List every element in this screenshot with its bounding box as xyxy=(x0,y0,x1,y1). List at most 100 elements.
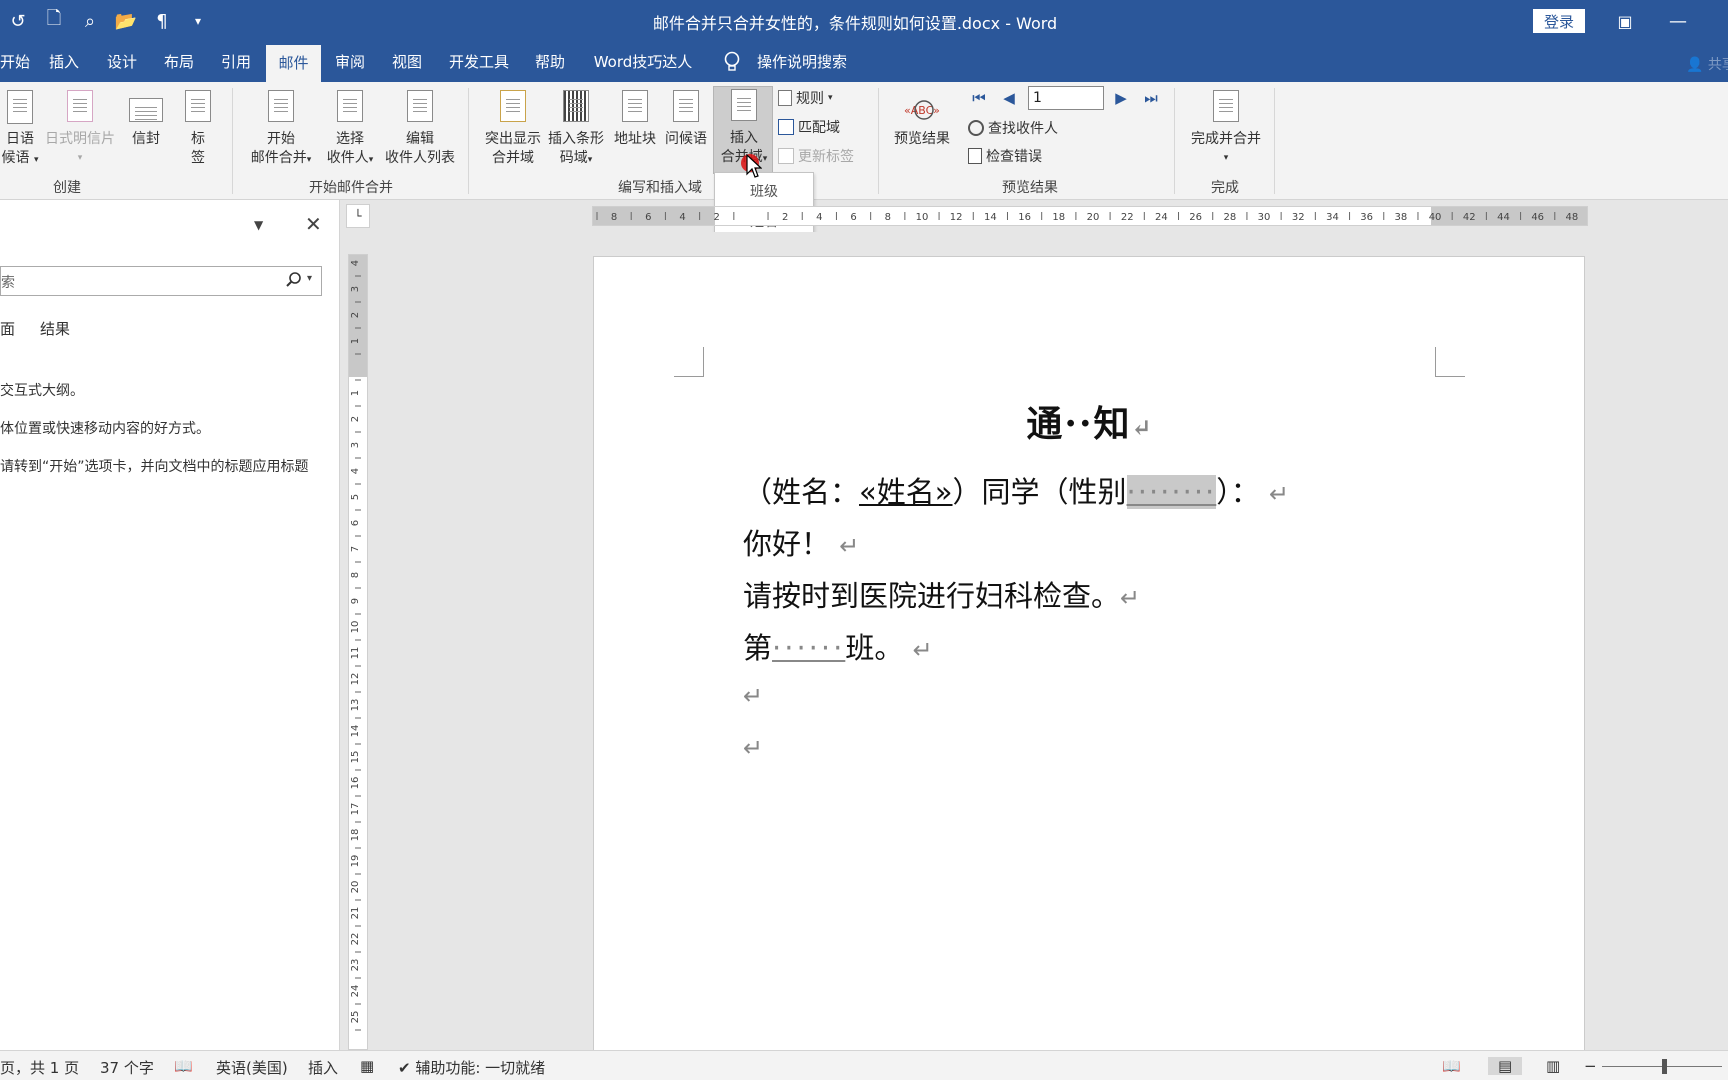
macro-record-icon[interactable]: ▦ xyxy=(360,1057,374,1075)
vertical-ruler[interactable]: 4 3 2 1 1 2 3 4 5 6 7 8 9 10 11 12 13 14 15 16 17 18 19 20 21 22 2… xyxy=(348,254,368,1050)
ribbon-display-options-icon[interactable]: ▣ xyxy=(1612,8,1638,34)
paragraph-mark-icon[interactable]: ¶ xyxy=(144,0,180,42)
paragraph-mark-icon: ↵ xyxy=(743,682,764,710)
ruler-tick-label: 2 xyxy=(350,312,361,318)
word-count[interactable]: 37 个字 xyxy=(100,1057,154,1078)
select-recipients-button[interactable]: 选择 收件人▾ xyxy=(320,90,380,170)
document-heading[interactable]: 通··知↵ xyxy=(594,395,1586,447)
document-page[interactable]: 通··知↵ （姓名：«姓名»）同学（性别········）： ↵ 你好！ ↵ 请… xyxy=(593,256,1585,1056)
first-record-icon[interactable]: ⏮ xyxy=(970,89,988,107)
envelope-button[interactable]: 信封 xyxy=(126,90,166,149)
ruler-tick-label: 19 xyxy=(350,855,361,868)
ruler-tick-label: 2 xyxy=(714,212,720,223)
tab-help[interactable]: 帮助 xyxy=(530,42,570,82)
highlight-merge-fields-button[interactable]: 突出显示 合并域 xyxy=(478,90,548,168)
document-line-4[interactable]: 第······班。 ↵ xyxy=(743,625,933,667)
share-label: 共享 xyxy=(1707,57,1728,73)
document-line-1[interactable]: （姓名：«姓名»）同学（性别········）： ↵ xyxy=(743,469,1289,511)
tab-review[interactable]: 审阅 xyxy=(330,42,370,82)
japanese-postcard-button[interactable]: 日式明信片 ▾ xyxy=(42,90,118,168)
tell-me-search[interactable]: 操作说明搜索 xyxy=(757,42,847,82)
tab-word-tips[interactable]: Word技巧达人 xyxy=(590,42,696,82)
ruler-tick-label: 2 xyxy=(782,212,788,223)
zoom-slider-thumb[interactable] xyxy=(1662,1059,1667,1074)
finish-merge-button[interactable]: 完成并合并 ▾ xyxy=(1186,90,1266,168)
web-layout-icon[interactable]: ▥ xyxy=(1546,1057,1560,1075)
tab-home[interactable]: 开始 xyxy=(0,42,30,82)
zoom-out-icon[interactable]: − xyxy=(1584,1057,1597,1075)
labels-button[interactable]: 标 签 xyxy=(178,90,218,168)
greeting-line-button[interactable]: 问候语 xyxy=(662,90,710,149)
edit-list-label-2: 收件人列表 xyxy=(385,150,455,166)
title-bar: ↺ 🗋 ⌕ 📂 ¶ ▾ 邮件合并只合并女性的，条件规则如何设置.docx - W… xyxy=(0,0,1728,42)
new-document-icon[interactable]: 🗋 xyxy=(36,0,72,42)
class-field-placeholder[interactable]: ······ xyxy=(772,631,845,665)
rules-icon xyxy=(778,90,792,106)
print-layout-icon[interactable]: ▤ xyxy=(1488,1057,1523,1075)
document-line-2[interactable]: 你好！ ↵ xyxy=(743,521,859,563)
match-fields-button[interactable]: 匹配域 xyxy=(778,117,840,137)
previous-record-icon[interactable]: ◀ xyxy=(1000,89,1018,107)
gender-field-placeholder[interactable]: ········ xyxy=(1126,475,1217,509)
document-line-3[interactable]: 请按时到医院进行妇科检查。↵ xyxy=(743,573,1140,615)
ruler-tick-label: 18 xyxy=(350,829,361,842)
start-mail-merge-button[interactable]: 开始 邮件合并▾ xyxy=(244,90,318,170)
address-block-button[interactable]: 地址块 xyxy=(610,90,660,149)
select-recipients-text: 收件人 xyxy=(326,150,369,166)
undo-icon[interactable]: ↺ xyxy=(0,0,36,42)
preview-results-button[interactable]: «ABC» 预览结果 xyxy=(888,90,956,149)
page-count[interactable]: 页，共 1 页 xyxy=(0,1057,79,1078)
document-empty-line[interactable]: ↵ xyxy=(743,677,763,711)
tab-selector[interactable]: └ xyxy=(346,204,370,228)
ruler-tick-label: 4 xyxy=(350,468,361,474)
customize-toolbar-icon[interactable]: ▾ xyxy=(180,0,216,42)
line1-suffix: ）： xyxy=(1216,475,1260,509)
check-errors-button[interactable]: 检查错误 xyxy=(968,146,1042,166)
tab-design[interactable]: 设计 xyxy=(102,42,142,82)
share-button[interactable]: 👤 共享 xyxy=(1686,54,1728,74)
crop-mark xyxy=(1435,347,1465,377)
find-recipient-button[interactable]: 查找收件人 xyxy=(968,118,1058,138)
edit-recipient-list-button[interactable]: 编辑 收件人列表 xyxy=(382,90,458,168)
dropdown-arrow-icon: ▾ xyxy=(762,154,768,164)
nav-tab-results[interactable]: 结果 xyxy=(40,318,70,339)
minimize-icon[interactable]: — xyxy=(1665,8,1691,34)
crop-mark xyxy=(674,347,704,377)
insert-mode[interactable]: 插入 xyxy=(308,1057,338,1078)
document-empty-line[interactable]: ↵ xyxy=(743,729,763,763)
tab-mailings[interactable]: 邮件 xyxy=(266,45,321,82)
language[interactable]: 英语(美国) xyxy=(216,1057,288,1078)
update-labels-button[interactable]: 更新标签 xyxy=(778,146,854,166)
login-button[interactable]: 登录 xyxy=(1533,9,1585,33)
open-folder-icon[interactable]: 📂 xyxy=(108,0,144,42)
tab-view[interactable]: 视图 xyxy=(387,42,427,82)
next-record-icon[interactable]: ▶ xyxy=(1112,89,1130,107)
pane-options-icon[interactable]: ▼ xyxy=(254,218,270,234)
record-number-input[interactable]: 1 xyxy=(1028,86,1104,110)
ruler-tick-label: 38 xyxy=(1394,212,1407,223)
select-recipients-label-1: 选择 xyxy=(336,131,364,147)
accessibility-status[interactable]: ✔ 辅助功能: 一切就绪 xyxy=(398,1057,545,1078)
search-options-icon[interactable]: ▾ xyxy=(307,273,312,284)
ruler-tick-label: 28 xyxy=(1223,212,1236,223)
nav-tab-pages[interactable]: 面 xyxy=(0,318,15,339)
merge-field-class[interactable]: 班级 xyxy=(715,181,813,201)
tab-layout[interactable]: 布局 xyxy=(159,42,199,82)
tab-insert[interactable]: 插入 xyxy=(44,42,84,82)
merge-field-name-placeholder[interactable]: «姓名» xyxy=(859,475,953,509)
horizontal-ruler[interactable]: 8 6 4 2 2 4 6 8 10 12 14 16 18 20 22 24 26 28 30 32 34 36 38 40… xyxy=(592,206,1588,226)
insert-barcode-button[interactable]: 插入条形 码域▾ xyxy=(544,90,608,170)
last-record-icon[interactable]: ⏭ xyxy=(1142,89,1160,107)
quick-access-toolbar: ↺ 🗋 ⌕ 📂 ¶ ▾ xyxy=(0,0,216,42)
navigation-search-input[interactable]: 索 ▾ xyxy=(0,266,322,296)
rules-button[interactable]: 规则 ▾ xyxy=(778,88,833,108)
search-icon[interactable] xyxy=(285,271,303,289)
edit-list-icon xyxy=(403,90,437,126)
read-mode-icon[interactable]: 📖 xyxy=(1442,1057,1461,1075)
tab-references[interactable]: 引用 xyxy=(216,42,256,82)
japanese-greeting-button[interactable]: 日语 候语 ▾ xyxy=(0,90,40,170)
proofing-icon[interactable]: 📖 xyxy=(174,1057,193,1075)
print-preview-icon[interactable]: ⌕ xyxy=(72,0,108,42)
close-icon[interactable]: ✕ xyxy=(305,214,325,234)
tab-developer[interactable]: 开发工具 xyxy=(446,42,512,82)
